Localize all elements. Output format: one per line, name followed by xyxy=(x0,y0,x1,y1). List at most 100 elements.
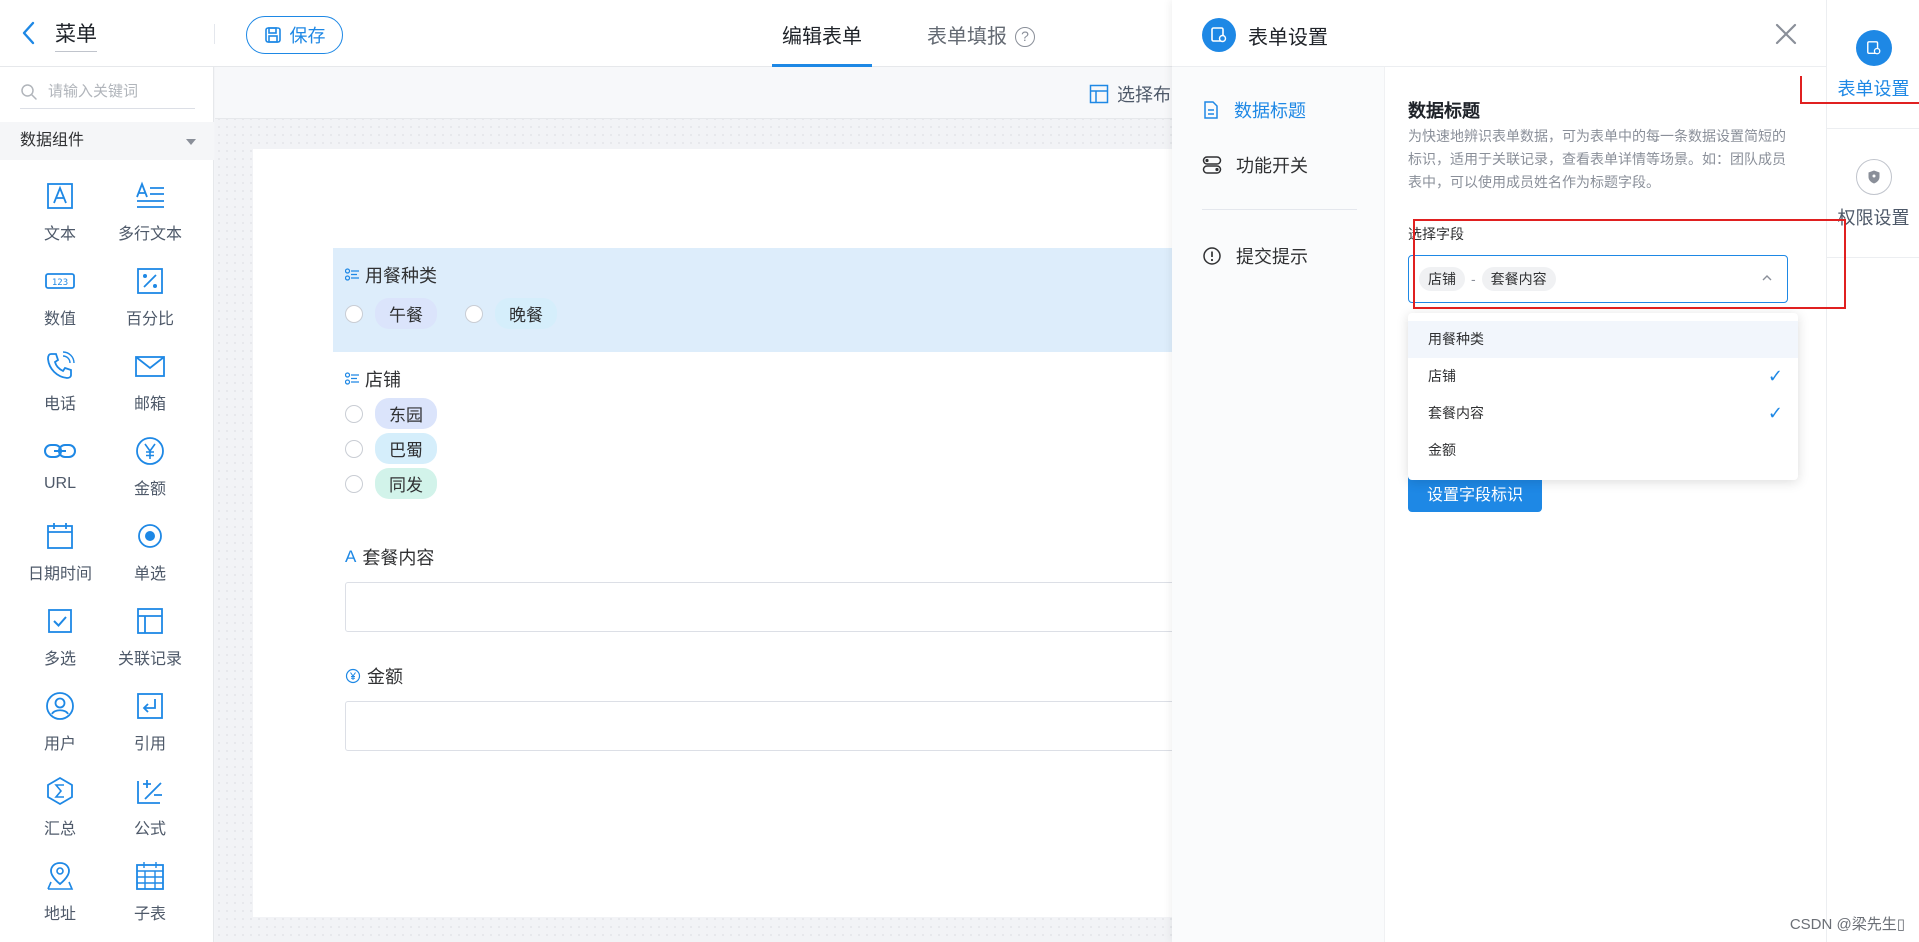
option-lunch[interactable]: 午餐 xyxy=(345,296,437,331)
group-label: 数据组件 xyxy=(20,132,85,149)
select-field-label: 选择字段 xyxy=(1408,226,1464,242)
close-icon[interactable] xyxy=(1772,20,1800,48)
field-meal-content[interactable]: A 套餐内容 xyxy=(345,544,1184,632)
toggle-icon xyxy=(1202,156,1222,174)
watermark: CSDN @梁先生▯ xyxy=(1789,916,1905,933)
component-address[interactable]: 地址 xyxy=(15,851,105,936)
multiline-text-icon xyxy=(136,181,164,208)
field-title: A 套餐内容 xyxy=(345,544,1172,570)
component-text[interactable]: 文本 xyxy=(15,171,105,256)
dropdown-option-shop[interactable]: 店铺 ✓ xyxy=(1408,358,1798,395)
component-grid: 文本 多行文本 123 数值 百分比 电话 邮箱 URL 金额 日期时间 单选 … xyxy=(0,171,214,936)
component-summary[interactable]: 汇总 xyxy=(15,766,105,851)
dropdown-option-meal-type[interactable]: 用餐种类 xyxy=(1408,321,1798,358)
nav-label: 功能开关 xyxy=(1236,156,1308,176)
nav-label: 提交提示 xyxy=(1236,247,1308,267)
tab-edit-form[interactable]: 编辑表单 xyxy=(782,20,862,49)
select-layout-label: 选择布 xyxy=(1117,85,1171,105)
component-label: 关联记录 xyxy=(117,651,182,668)
component-number[interactable]: 123 数值 xyxy=(15,256,105,341)
component-label: 用户 xyxy=(43,736,76,753)
drawer-header: 表单设置 xyxy=(1172,0,1826,67)
document-icon xyxy=(1204,101,1218,119)
save-button-label: 保存 xyxy=(289,26,326,46)
dropdown-option-meal-content[interactable]: 套餐内容 ✓ xyxy=(1408,395,1798,432)
component-label: 邮箱 xyxy=(133,396,166,413)
shield-icon xyxy=(1855,159,1892,195)
component-radio[interactable]: 单选 xyxy=(105,511,195,596)
option-bashu[interactable]: 巴蜀 xyxy=(345,431,1172,466)
field-title: 用餐种类 xyxy=(345,262,1160,288)
section-title: 数据标题 xyxy=(1408,101,1480,121)
component-related-record[interactable]: 关联记录 xyxy=(105,596,195,681)
back-arrow-icon[interactable] xyxy=(18,20,42,46)
dropdown-option-amount[interactable]: 金额 xyxy=(1408,432,1798,469)
field-meal-type-title: 用餐种类 xyxy=(365,266,437,286)
component-user[interactable]: 用户 xyxy=(15,681,105,766)
save-button[interactable]: 保存 xyxy=(246,16,343,54)
component-checkbox[interactable]: 多选 xyxy=(15,596,105,681)
help-icon[interactable]: ? xyxy=(1015,27,1035,47)
form-settings-icon xyxy=(1202,18,1236,52)
meal-content-input[interactable] xyxy=(345,582,1184,632)
check-icon: ✓ xyxy=(1767,403,1783,423)
option-label: 用餐种类 xyxy=(1428,331,1484,347)
radio-button[interactable] xyxy=(345,304,363,323)
component-phone[interactable]: 电话 xyxy=(15,341,105,426)
rail-permission-settings[interactable]: 权限设置 xyxy=(1827,129,1919,258)
component-label: 日期时间 xyxy=(27,566,92,583)
component-label: 百分比 xyxy=(125,311,174,328)
component-reference[interactable]: 引用 xyxy=(105,681,195,766)
tab-fill-form-label: 表单填报 xyxy=(927,26,1007,48)
rail-form-settings[interactable]: 表单设置 xyxy=(1827,0,1919,129)
radio-button[interactable] xyxy=(345,439,363,458)
drawer-nav: 数据标题 功能开关 提交提示 xyxy=(1172,67,1385,942)
related-record-icon xyxy=(137,608,163,634)
option-pill: 午餐 xyxy=(375,298,437,329)
radio-button[interactable] xyxy=(345,404,363,423)
option-dinner[interactable]: 晚餐 xyxy=(465,296,557,331)
field-shop-title: 店铺 xyxy=(365,370,401,390)
component-formula[interactable]: 公式 xyxy=(105,766,195,851)
percent-icon xyxy=(137,268,163,294)
data-components-group[interactable]: 数据组件 xyxy=(0,122,214,160)
component-url[interactable]: URL xyxy=(15,426,105,511)
nav-feature-toggles[interactable]: 功能开关 xyxy=(1202,152,1308,178)
option-tongfa[interactable]: 同发 xyxy=(345,466,1172,501)
component-datetime[interactable]: 日期时间 xyxy=(15,511,105,596)
component-email[interactable]: 邮箱 xyxy=(105,341,195,426)
rail-label: 权限设置 xyxy=(1837,208,1910,228)
drawer-title: 表单设置 xyxy=(1248,27,1328,49)
radio-button[interactable] xyxy=(465,304,483,323)
component-subtable[interactable]: 子表 xyxy=(105,851,195,936)
form-settings-drawer: 表单设置 数据标题 功能开关 提交提示 数据标题 为快速地辨识表单数据，可为表单… xyxy=(1172,0,1826,942)
component-amount[interactable]: 金额 xyxy=(105,426,195,511)
amount-input[interactable] xyxy=(345,701,1184,751)
option-label: 店铺 xyxy=(1428,368,1456,384)
component-label: 金额 xyxy=(133,481,166,498)
field-shop[interactable]: 店铺 东园 巴蜀 同发 xyxy=(345,366,1172,501)
field-meal-type[interactable]: 用餐种类 午餐 晚餐 xyxy=(333,248,1172,352)
caret-down-icon xyxy=(186,139,196,145)
component-multiline-text[interactable]: 多行文本 xyxy=(105,171,195,256)
radio-list-icon xyxy=(345,372,359,385)
select-layout-button[interactable]: 选择布 xyxy=(1089,81,1171,107)
field-meal-content-title: 套餐内容 xyxy=(362,548,435,568)
title-field-select[interactable]: 店铺 - 套餐内容 xyxy=(1408,255,1788,303)
subtable-icon xyxy=(136,862,164,890)
radio-button[interactable] xyxy=(345,474,363,493)
component-percent[interactable]: 百分比 xyxy=(105,256,195,341)
mail-icon xyxy=(135,356,165,377)
option-dongyuan[interactable]: 东园 xyxy=(345,396,1172,431)
nav-submit-tip[interactable]: 提交提示 xyxy=(1202,243,1308,269)
tab-fill-form[interactable]: 表单填报? xyxy=(927,20,1035,49)
field-amount[interactable]: 金额 xyxy=(345,663,1184,751)
field-title: 店铺 xyxy=(345,366,1172,392)
component-label: 电话 xyxy=(43,396,76,413)
yen-icon xyxy=(345,668,361,684)
nav-data-title[interactable]: 数据标题 xyxy=(1202,97,1306,123)
layout-toolbar: 选择布 xyxy=(215,67,1172,119)
component-label: URL xyxy=(43,475,76,492)
component-label: 多选 xyxy=(43,651,76,668)
search-input[interactable] xyxy=(48,83,188,100)
